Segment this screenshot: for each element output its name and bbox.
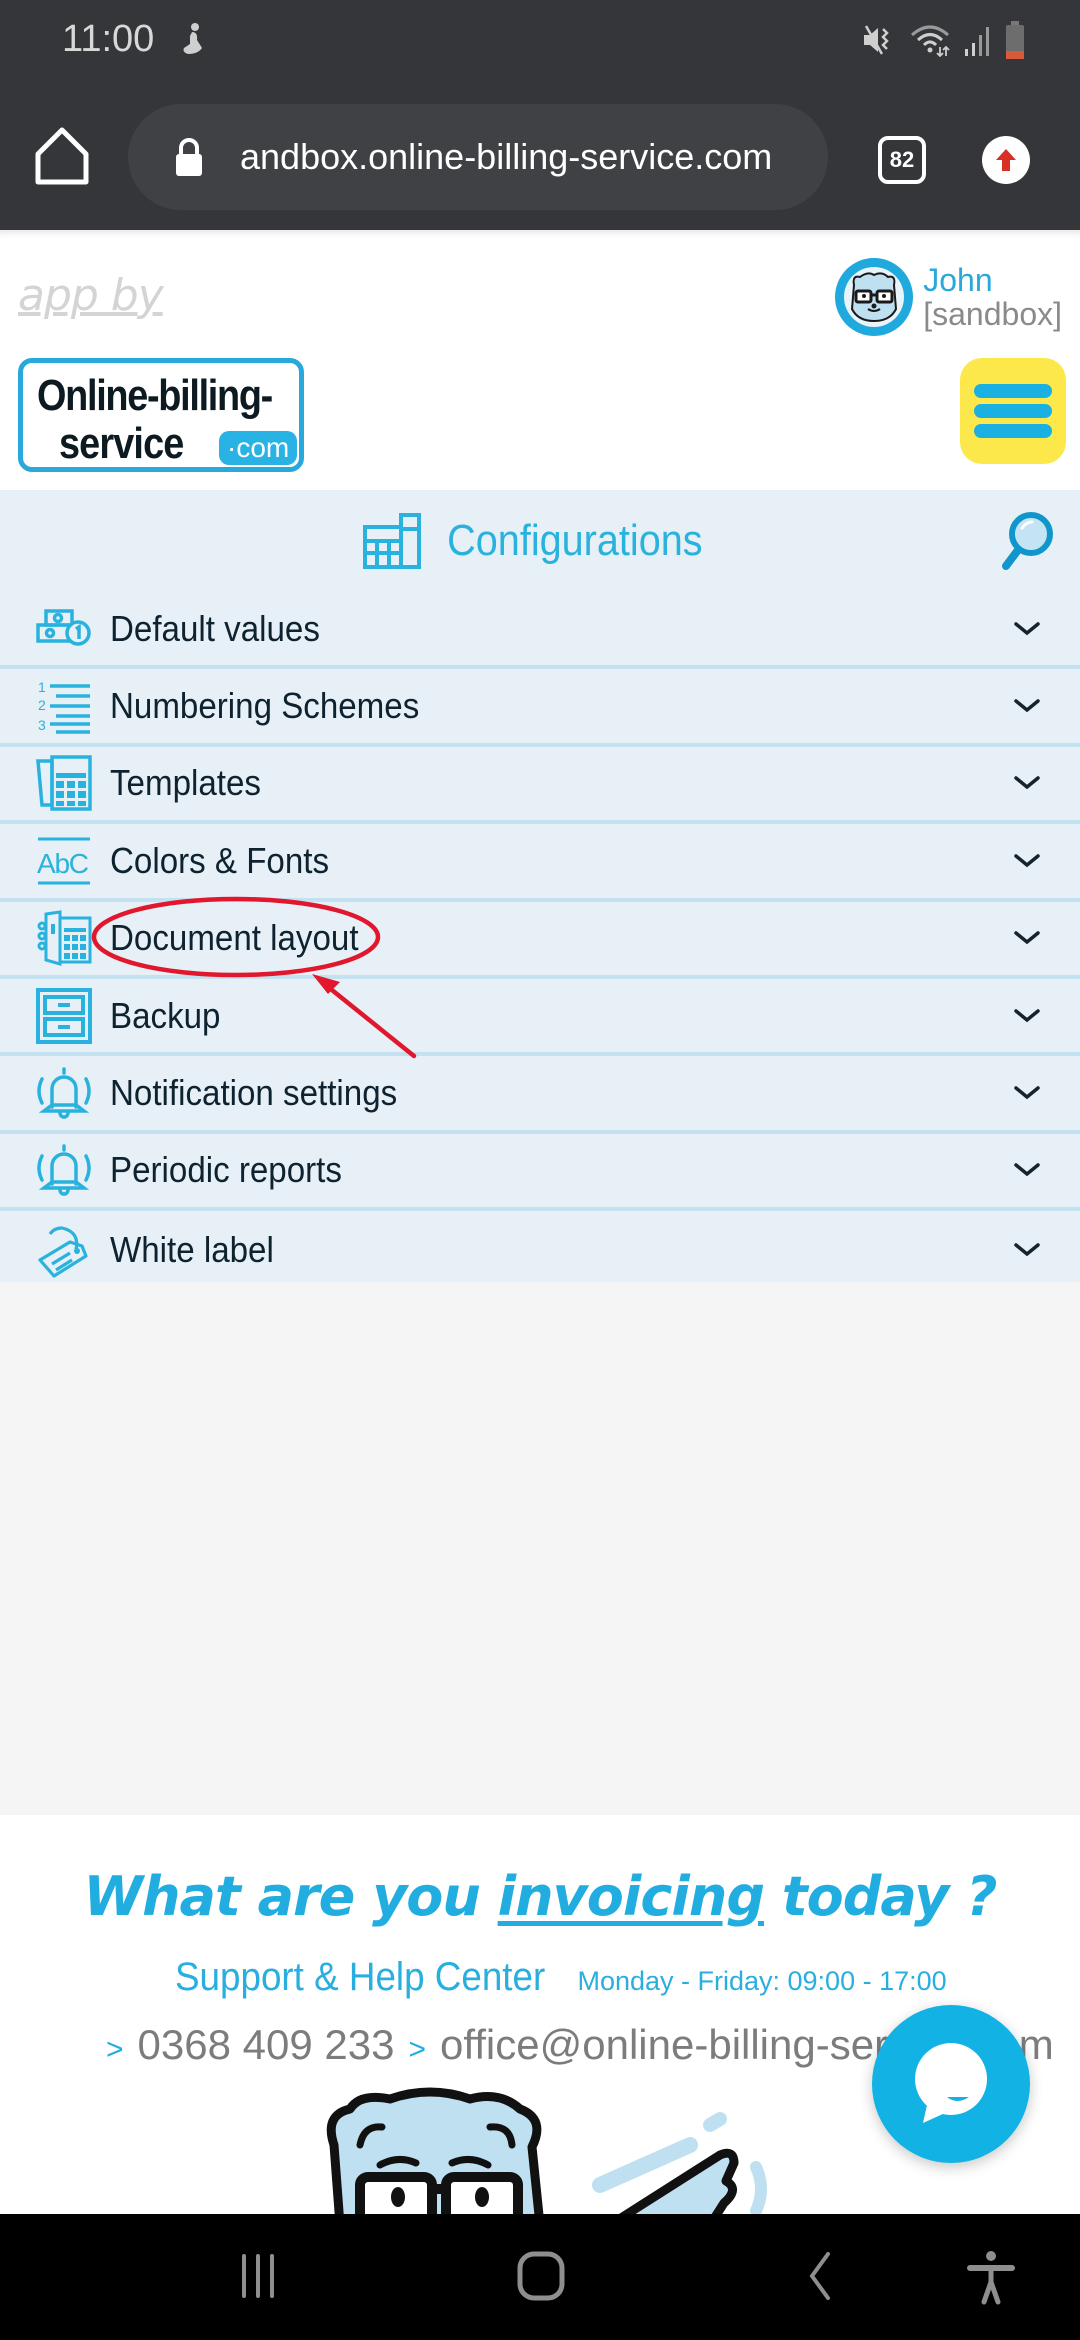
grid-configurations-icon	[363, 513, 422, 569]
config-item-templates[interactable]: Templates	[0, 747, 1080, 825]
config-item-label: White label	[110, 1228, 274, 1270]
recent-apps-icon[interactable]	[236, 2250, 286, 2306]
money-coins-icon	[36, 608, 91, 646]
config-item-label: Backup	[110, 994, 221, 1036]
accessibility-person-icon	[183, 23, 202, 54]
user-info[interactable]: John [sandbox]	[923, 263, 1062, 331]
config-item-document-layout[interactable]: Document layout	[0, 902, 1080, 979]
avatar[interactable]	[835, 258, 914, 336]
abc-text-icon: AbC	[37, 837, 90, 885]
hamburger-bar	[974, 424, 1052, 438]
magnifier-search-icon[interactable]	[998, 510, 1054, 572]
user-profile[interactable]: John [sandbox]	[835, 258, 1062, 336]
document-layout-icon	[37, 910, 92, 967]
chat-bubble-icon	[915, 2043, 987, 2123]
address-bar[interactable]: andbox.online-billing-service.com	[128, 104, 828, 210]
bear-avatar-icon	[844, 267, 905, 327]
chevron-down-icon[interactable]	[1014, 1085, 1040, 1101]
bear-mascot-illustration	[326, 2087, 767, 2215]
logo-text-line2: service	[59, 419, 184, 468]
config-item-label: Numbering Schemes	[110, 685, 420, 727]
tagline-highlight: invoicing	[497, 1865, 765, 1928]
hamburger-menu-button[interactable]	[960, 358, 1066, 464]
config-item-label: Templates	[110, 762, 261, 804]
svg-text:1: 1	[38, 679, 46, 695]
svg-text:AbC: AbC	[37, 848, 89, 879]
app-by-label: app by	[18, 270, 164, 321]
tab-switcher-button[interactable]: 82	[878, 136, 926, 184]
tag-label-icon	[38, 1226, 88, 1278]
hamburger-menu-icon	[974, 384, 1052, 398]
chevron-right-icon: >	[408, 2033, 426, 2066]
support-row: Support & Help Center Monday - Friday: 0…	[175, 1955, 947, 2000]
chat-button[interactable]	[872, 2005, 1030, 2163]
chevron-down-icon[interactable]	[1014, 1242, 1040, 1258]
tagline-text: What are you	[83, 1865, 498, 1928]
config-item-label: Notification settings	[110, 1072, 398, 1114]
tagline-text: today ?	[764, 1865, 998, 1928]
wifi-icon	[911, 25, 950, 57]
footer-tagline: What are you invoicing today ?	[0, 1865, 1080, 1928]
user-environment: [sandbox]	[923, 296, 1062, 332]
config-item-default-values[interactable]: Default values	[0, 592, 1080, 670]
numbered-list-icon: 1 2 3	[38, 679, 90, 734]
config-item-backup[interactable]: Backup	[0, 979, 1080, 1057]
browser-toolbar: andbox.online-billing-service.com 82	[0, 84, 1080, 230]
status-icons	[862, 20, 1026, 60]
url-text[interactable]: andbox.online-billing-service.com	[240, 136, 772, 178]
site-logo[interactable]: Online-billing- service ·com	[18, 358, 304, 472]
chevron-down-icon[interactable]	[1014, 698, 1040, 714]
support-hours: Monday - Friday: 09:00 - 17:00	[577, 1966, 947, 1996]
template-calculator-icon	[36, 755, 92, 812]
bell-icon	[37, 1144, 91, 1197]
chevron-down-icon[interactable]	[1014, 775, 1040, 791]
home-icon[interactable]	[34, 126, 90, 186]
config-item-notification-settings[interactable]: Notification settings	[0, 1056, 1080, 1134]
chevron-down-icon[interactable]	[1014, 930, 1040, 946]
lock-icon[interactable]	[174, 137, 204, 177]
status-time: 11:00	[62, 18, 155, 60]
logo-com-badge: ·com	[219, 431, 298, 465]
update-arrow-icon	[996, 149, 1016, 171]
config-item-white-label[interactable]: White label	[0, 1211, 1080, 1288]
file-cabinet-icon	[36, 987, 92, 1044]
config-item-label: Periodic reports	[110, 1149, 342, 1191]
app-header: app by Online-billing- service ·com John…	[0, 230, 1080, 490]
config-item-label: Document layout	[110, 917, 359, 959]
home-circle-icon[interactable]	[516, 2250, 566, 2306]
chevron-down-icon[interactable]	[1014, 1162, 1040, 1178]
chevron-right-icon: >	[106, 2033, 124, 2066]
chevron-down-icon[interactable]	[1014, 621, 1040, 637]
user-name[interactable]: John	[923, 263, 1062, 297]
chevron-down-icon[interactable]	[1014, 853, 1040, 869]
logo-text-line1: Online-billing-	[37, 371, 273, 420]
configurations-list: Default values 1 2 3 Numbering Schemes Tem…	[0, 592, 1080, 1289]
config-item-colors-fonts[interactable]: AbC Colors & Fonts	[0, 824, 1080, 902]
bell-icon	[37, 1067, 91, 1119]
page-title: Configurations	[447, 516, 703, 565]
screen: 11:00 andbox.online-billing-service.com …	[0, 0, 1080, 2340]
configurations-panel: Configurations Default values 1 2 3 Numb…	[0, 490, 1080, 1282]
hamburger-bar	[974, 404, 1052, 418]
status-bar: 11:00	[0, 0, 1080, 84]
support-help-center-link[interactable]: Support & Help Center	[175, 1955, 545, 2000]
config-item-periodic-reports[interactable]: Periodic reports	[0, 1134, 1080, 1212]
svg-text:3: 3	[38, 717, 46, 733]
mute-vibrate-icon	[864, 25, 889, 55]
update-button[interactable]	[982, 136, 1030, 184]
config-item-label: Default values	[110, 607, 320, 649]
configurations-header: Configurations	[0, 490, 1080, 592]
accessibility-icon[interactable]	[966, 2250, 1016, 2306]
svg-text:2: 2	[38, 697, 46, 713]
battery-low-icon	[1006, 21, 1024, 59]
config-item-numbering-schemes[interactable]: 1 2 3 Numbering Schemes	[0, 669, 1080, 747]
chevron-down-icon[interactable]	[1014, 1008, 1040, 1024]
system-nav-bar	[0, 2214, 1080, 2340]
back-icon[interactable]	[802, 2250, 838, 2306]
signal-icon	[965, 27, 989, 56]
config-item-label: Colors & Fonts	[110, 839, 330, 881]
phone-link[interactable]: 0368 409 233	[138, 2021, 395, 2069]
